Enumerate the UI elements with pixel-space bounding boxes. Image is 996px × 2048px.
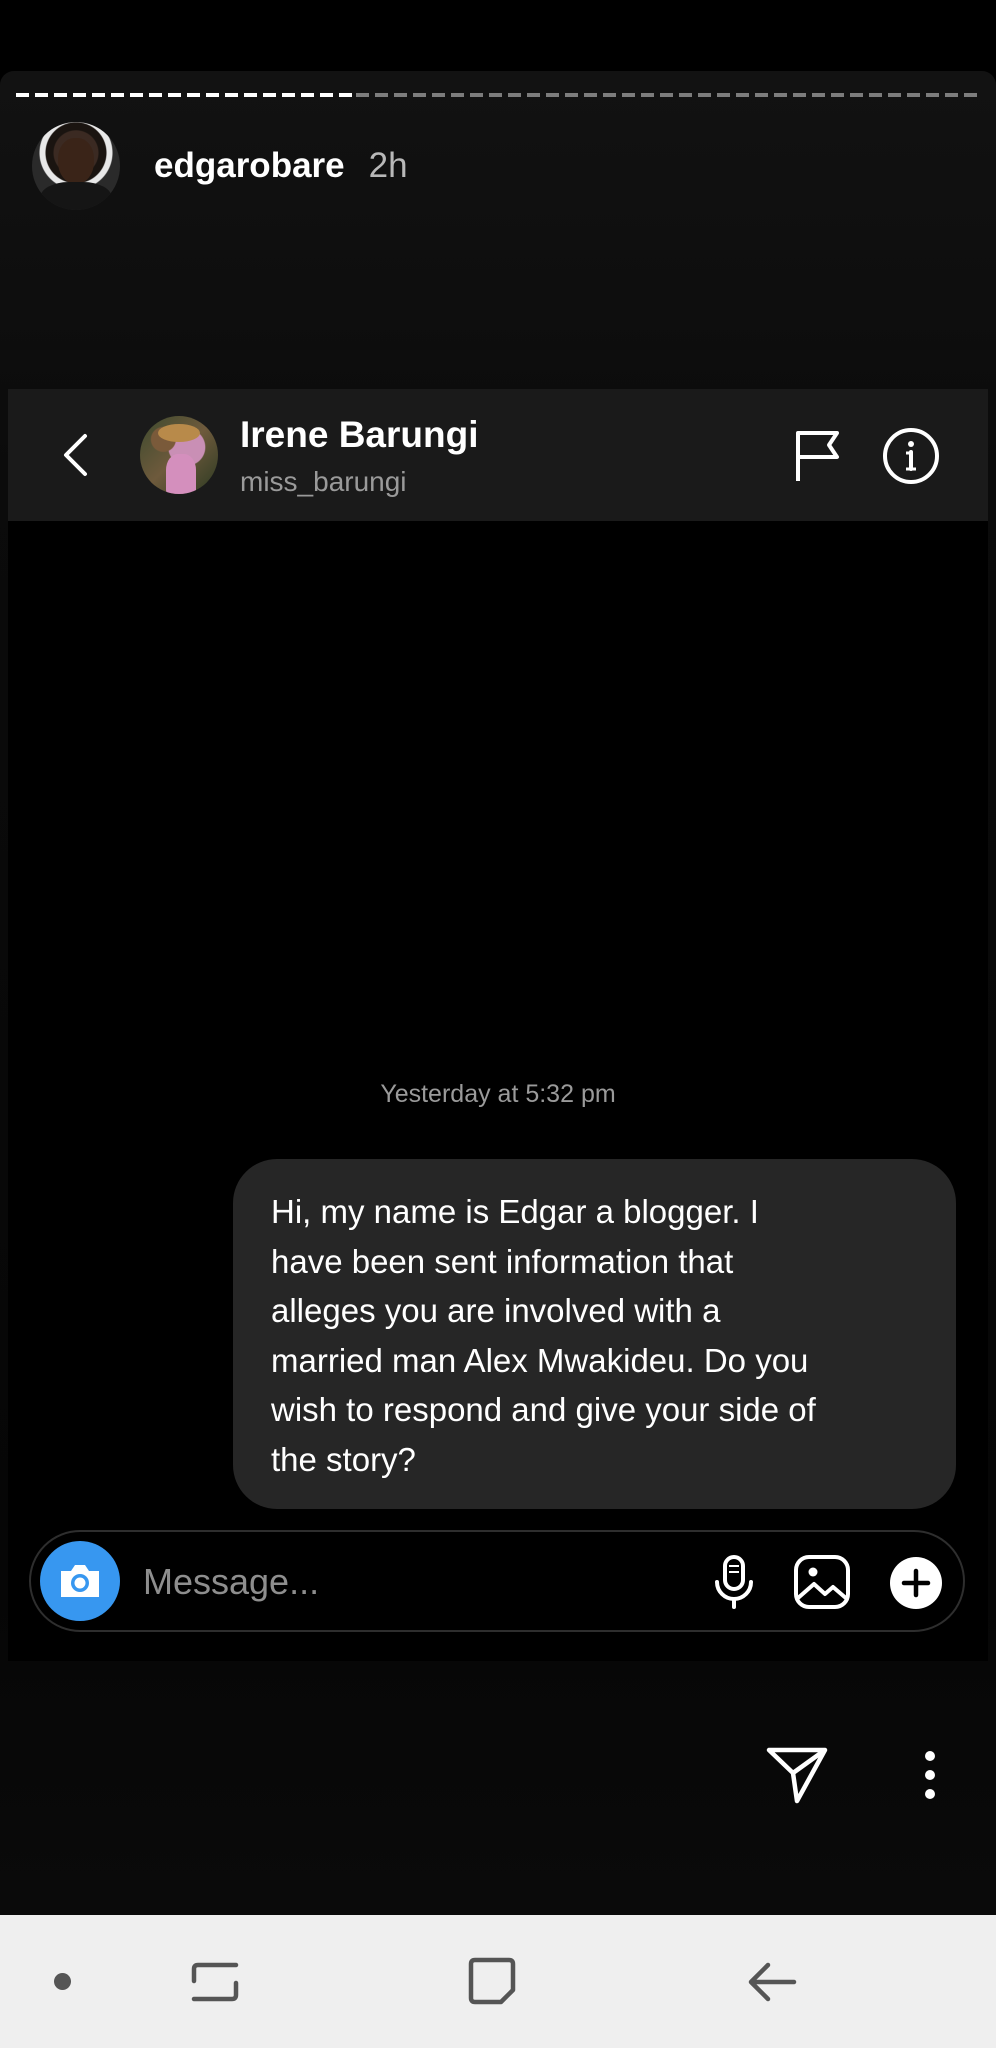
avatar-hat bbox=[158, 424, 200, 442]
back-arrow-icon bbox=[64, 434, 87, 476]
gallery-button[interactable] bbox=[793, 1554, 851, 1610]
progress-remaining bbox=[356, 93, 980, 97]
more-actions-button[interactable] bbox=[889, 1556, 943, 1610]
recents-button[interactable] bbox=[190, 1955, 240, 2009]
avatar-dress bbox=[166, 454, 196, 494]
back-nav-button[interactable] bbox=[746, 1957, 798, 2007]
avatar-shirt bbox=[40, 182, 112, 210]
story-header: edgarobare 2h bbox=[32, 121, 408, 211]
flag-icon bbox=[796, 431, 839, 481]
voice-message-button[interactable] bbox=[709, 1554, 759, 1610]
story-author-avatar[interactable] bbox=[32, 122, 120, 210]
contact-name[interactable]: Irene Barungi bbox=[240, 414, 479, 456]
dm-header: Irene Barungi miss_barungi bbox=[8, 389, 988, 521]
outgoing-message-bubble[interactable]: Hi, my name is Edgar a blogger. I have b… bbox=[233, 1159, 956, 1509]
progress-viewed bbox=[16, 93, 356, 97]
camera-button[interactable] bbox=[40, 1541, 120, 1621]
contact-avatar[interactable] bbox=[140, 416, 218, 494]
story-progress-bar bbox=[16, 93, 980, 97]
message-timestamp: Yesterday at 5:32 pm bbox=[380, 1080, 616, 1108]
back-icon bbox=[748, 1962, 797, 2002]
message-line: the story? bbox=[271, 1440, 416, 1478]
back-button[interactable] bbox=[54, 433, 98, 477]
story-time-ago: 2h bbox=[368, 146, 408, 185]
share-story-button[interactable] bbox=[766, 1745, 828, 1805]
send-icon bbox=[766, 1747, 828, 1804]
message-line: have been sent information that bbox=[271, 1242, 734, 1280]
avatar-face bbox=[58, 138, 94, 184]
report-button[interactable] bbox=[793, 429, 843, 483]
recents-icon bbox=[191, 1962, 239, 2002]
gallery-icon bbox=[794, 1555, 850, 1609]
message-composer bbox=[29, 1530, 965, 1632]
message-line: alleges you are involved with a bbox=[271, 1292, 721, 1329]
message-line: wish to respond and give your side of bbox=[271, 1391, 816, 1428]
microphone-icon bbox=[715, 1555, 753, 1609]
info-button[interactable] bbox=[882, 427, 940, 485]
message-input[interactable] bbox=[141, 1554, 525, 1610]
system-navigation-bar bbox=[0, 1915, 996, 2048]
story-options-button[interactable] bbox=[916, 1750, 944, 1800]
dm-screenshot: Irene Barungi miss_barungi Yesterday at … bbox=[8, 389, 988, 1661]
contact-handle: miss_barungi bbox=[240, 466, 407, 497]
screen: edgarobare 2h Irene Barungi miss_barungi bbox=[0, 0, 996, 2048]
home-button[interactable] bbox=[466, 1955, 518, 2009]
message-line: married man Alex Mwakideu. Do you bbox=[271, 1341, 809, 1379]
plus-icon bbox=[890, 1557, 942, 1609]
home-icon bbox=[468, 1957, 516, 2005]
story-author-username[interactable]: edgarobare bbox=[154, 146, 345, 186]
nav-dot-icon[interactable] bbox=[54, 1973, 71, 1990]
message-line: Hi, my name is Edgar a blogger. I bbox=[271, 1193, 759, 1230]
info-icon bbox=[883, 428, 939, 484]
camera-icon bbox=[61, 1565, 99, 1597]
more-options-icon bbox=[925, 1751, 935, 1799]
